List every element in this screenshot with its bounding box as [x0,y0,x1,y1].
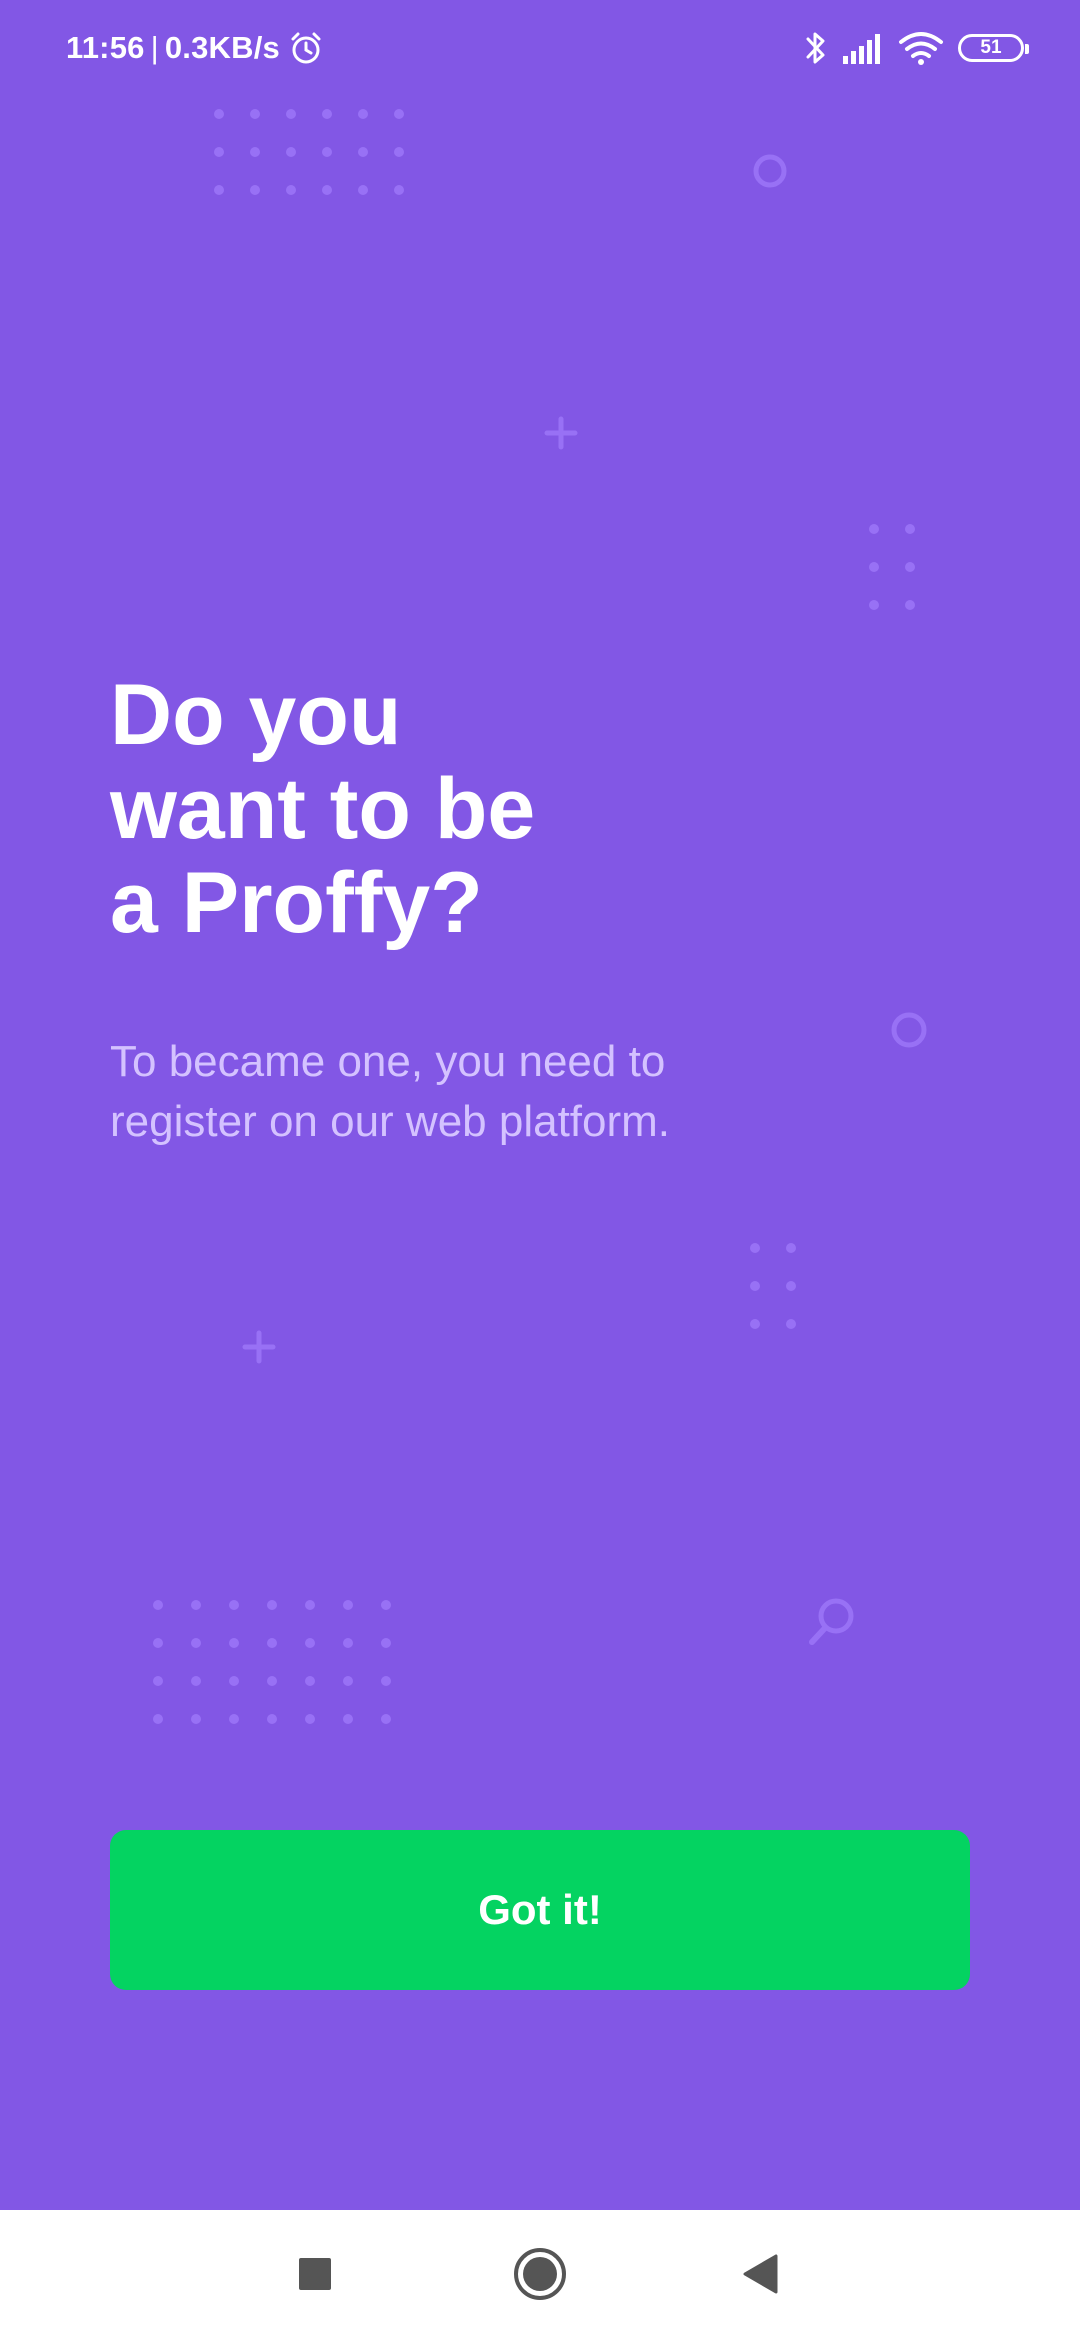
back-icon [743,2254,778,2294]
battery-level: 51 [980,37,1002,58]
recent-apps-icon [299,2258,331,2290]
signal-icon [843,34,880,64]
status-left: 11:56 | 0.3KB/s [66,28,324,68]
status-bar: 11:56 | 0.3KB/s 51 [0,0,1080,96]
search-icon [809,1598,854,1645]
recent-apps-button[interactable] [275,2234,355,2314]
page-title: Do you want to be a Proffy? [110,667,536,951]
navigation-bar [0,2210,1080,2340]
wifi-icon [899,32,943,65]
dot-grid-decoration [214,109,404,195]
circle-decoration [753,154,787,188]
dot-grid-decoration [869,524,915,610]
page-description: To became one, you need to register on o… [110,1037,671,1146]
dot-grid-decoration [153,1600,391,1724]
bluetooth-icon [806,32,825,64]
alarm-icon [291,32,321,64]
home-button[interactable] [500,2234,580,2314]
dot-grid-decoration [750,1243,796,1329]
status-separator: | [150,30,159,65]
got-it-button[interactable]: Got it! [110,1830,970,1990]
plus-decoration [544,416,578,450]
circle-decoration [891,1012,927,1048]
network-speed: 0.3KB/s [164,30,280,65]
battery-icon: 51 [958,34,1029,62]
status-time: 11:56 [66,30,145,65]
home-icon [514,2248,566,2300]
onboarding-screen: 11:56 | 0.3KB/s 51 Do you want to be a P… [0,0,1080,2210]
plus-decoration [242,1330,276,1364]
back-button[interactable] [720,2234,800,2314]
status-right: 51 [804,28,1029,68]
